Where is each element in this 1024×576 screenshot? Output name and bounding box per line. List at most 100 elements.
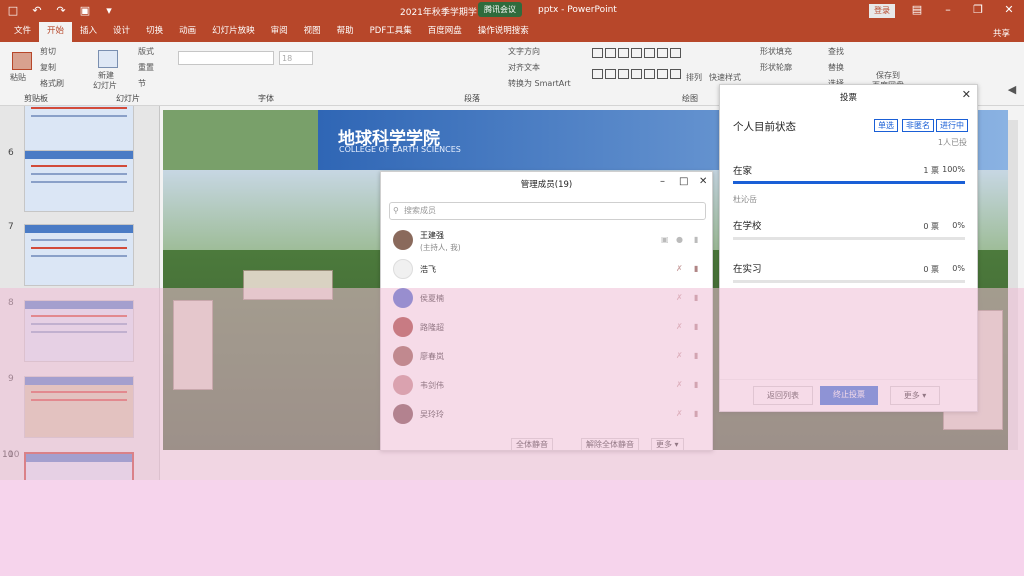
new-slide-button-2[interactable]: 幻灯片 (93, 80, 117, 91)
maximize-icon[interactable]: □ (679, 176, 688, 187)
tab-review[interactable]: 审阅 (263, 22, 296, 42)
member-row[interactable]: 吴玲玲 ✗ ▮ (381, 400, 712, 429)
layout-button[interactable]: 版式 (138, 46, 154, 57)
slide-thumbnail-9[interactable] (24, 376, 134, 438)
member-row[interactable]: 廖春岚 ✗ ▮ (381, 342, 712, 371)
group-paragraph: 段落 (464, 94, 480, 103)
avatar (393, 375, 413, 395)
mute-all-button[interactable]: 全体静音 (511, 438, 553, 450)
tell-me-search[interactable]: 操作说明搜索 (470, 22, 537, 42)
camera-off-icon[interactable]: ▮ (694, 351, 698, 360)
option-votes: 0 票 (923, 265, 939, 274)
tab-view[interactable]: 视图 (296, 22, 329, 42)
shape-fill-button[interactable]: 形状填充 (760, 46, 792, 57)
slide-thumbnail-6[interactable] (24, 150, 134, 212)
voter-name: 杜沁岳 (733, 195, 757, 204)
save-icon[interactable]: □ (6, 4, 20, 17)
close-icon[interactable]: ✕ (699, 176, 707, 187)
cut-button[interactable]: 剪切 (40, 46, 56, 57)
customize-qat-icon[interactable]: ▾ (102, 4, 116, 17)
section-button[interactable]: 节 (138, 78, 146, 89)
camera-icon[interactable]: ▮ (694, 235, 698, 244)
option-progress-fill (733, 181, 965, 184)
ribbon-display-icon[interactable]: ▤ (909, 3, 925, 16)
microphone-muted-icon[interactable]: ✗ (676, 409, 683, 418)
member-row[interactable]: 侯夏楠 ✗ ▮ (381, 284, 712, 313)
paste-button[interactable]: 粘贴 (10, 72, 26, 83)
vertical-scrollbar[interactable] (1008, 120, 1018, 450)
redo-icon[interactable]: ↷ (54, 4, 68, 17)
back-to-list-button[interactable]: 返回列表 (753, 386, 813, 405)
voted-count: 1人已投 (937, 138, 967, 147)
shape-outline-button[interactable]: 形状轮廓 (760, 62, 792, 73)
minimize-icon[interactable]: – (660, 176, 665, 187)
tab-slideshow[interactable]: 幻灯片放映 (204, 22, 263, 42)
shapes-gallery[interactable] (592, 48, 681, 88)
close-icon[interactable]: ✕ (962, 88, 971, 101)
tab-pdf-tools[interactable]: PDF工具集 (362, 22, 420, 42)
tab-design[interactable]: 设计 (105, 22, 138, 42)
camera-off-icon[interactable]: ▮ (694, 322, 698, 331)
microphone-muted-icon[interactable]: ✗ (676, 322, 683, 331)
collapse-panel-icon[interactable]: ◀ (1004, 83, 1020, 96)
start-slideshow-icon[interactable]: ▣ (78, 4, 92, 17)
replace-button[interactable]: 替换 (828, 62, 844, 73)
smartart-button[interactable]: 转换为 SmartArt (508, 78, 571, 89)
tab-insert[interactable]: 插入 (72, 22, 105, 42)
copy-button[interactable]: 复制 (40, 62, 56, 73)
restore-icon[interactable]: ❐ (970, 3, 986, 16)
tab-transitions[interactable]: 切换 (138, 22, 171, 42)
slide-thumbnail-5[interactable] (24, 106, 134, 154)
tab-help[interactable]: 帮助 (329, 22, 362, 42)
slide-thumbnail-7[interactable] (24, 224, 134, 286)
option-label: 在学校 (733, 221, 762, 232)
find-button[interactable]: 查找 (828, 46, 844, 57)
text-direction-button[interactable]: 文字方向 (508, 46, 540, 57)
undo-icon[interactable]: ↶ (30, 4, 44, 17)
microphone-muted-icon[interactable]: ✗ (676, 351, 683, 360)
option-label: 在实习 (733, 264, 762, 275)
camera-off-icon[interactable]: ▮ (694, 264, 698, 273)
share-button[interactable]: 共享 (993, 27, 1010, 39)
microphone-icon[interactable]: ● (676, 235, 683, 244)
group-drawing: 绘图 (682, 94, 698, 103)
more-button[interactable]: 更多 ▾ (890, 386, 940, 405)
screen-share-icon[interactable]: ▣ (661, 235, 669, 244)
minimize-icon[interactable]: – (940, 3, 956, 16)
member-row[interactable]: 浩飞 ✗ ▮ (381, 255, 712, 284)
slide-thumbnail-8[interactable] (24, 300, 134, 362)
microphone-muted-icon[interactable]: ✗ (676, 380, 683, 389)
microphone-muted-icon[interactable]: ✗ (676, 264, 683, 273)
reset-button[interactable]: 重置 (138, 62, 154, 73)
member-row[interactable]: 路隆超 ✗ ▮ (381, 313, 712, 342)
tab-baidu-netdisk[interactable]: 百度网盘 (420, 22, 470, 42)
camera-off-icon[interactable]: ▮ (694, 293, 698, 302)
quick-styles-button[interactable]: 快速样式 (709, 72, 741, 83)
meeting-badge[interactable]: 腾讯会议 (478, 2, 522, 17)
arrange-button[interactable]: 排列 (686, 72, 702, 83)
align-text-button[interactable]: 对齐文本 (508, 62, 540, 73)
font-size-box[interactable]: 18 (279, 51, 313, 65)
manage-members-panel: 管理成员(19) – □ ✕ ⚲ 搜索成员 王建强 (主持人, 我) ▣ ● ▮… (380, 171, 713, 451)
option-progress (733, 280, 965, 283)
close-icon[interactable]: ✕ (1001, 3, 1017, 16)
camera-off-icon[interactable]: ▮ (694, 409, 698, 418)
login-button[interactable]: 登录 (869, 4, 895, 18)
tab-file[interactable]: 文件 (6, 22, 39, 42)
avatar (393, 317, 413, 337)
tab-animations[interactable]: 动画 (171, 22, 204, 42)
member-search-input[interactable]: ⚲ 搜索成员 (389, 202, 706, 220)
end-vote-button[interactable]: 终止投票 (820, 386, 878, 405)
member-name: 浩飞 (420, 265, 436, 274)
camera-off-icon[interactable]: ▮ (694, 380, 698, 389)
member-row[interactable]: 韦剑伟 ✗ ▮ (381, 371, 712, 400)
new-slide-icon (98, 50, 118, 68)
member-row[interactable]: 王建强 (主持人, 我) ▣ ● ▮ (381, 226, 712, 255)
unmute-all-button[interactable]: 解除全体静音 (581, 438, 639, 450)
format-painter-button[interactable]: 格式刷 (40, 78, 64, 89)
tab-home[interactable]: 开始 (39, 22, 73, 42)
more-button[interactable]: 更多 ▾ (651, 438, 684, 450)
font-name-box[interactable] (178, 51, 274, 65)
microphone-muted-icon[interactable]: ✗ (676, 293, 683, 302)
slide-thumbnail-10[interactable] (24, 452, 134, 480)
